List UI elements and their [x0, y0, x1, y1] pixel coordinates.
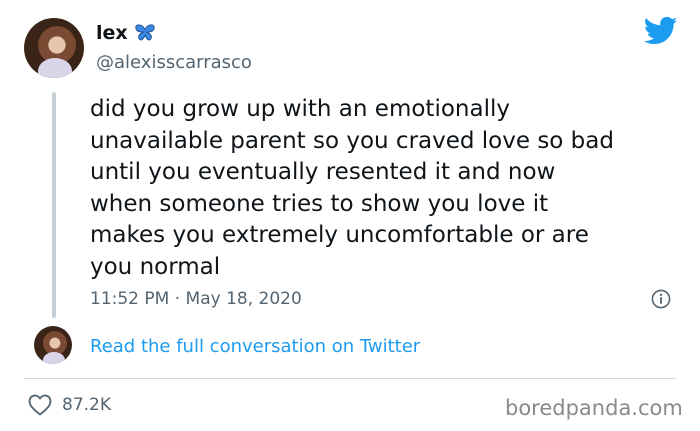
- author-handle[interactable]: @alexisscarrasco: [96, 52, 252, 73]
- boredpanda-watermark: boredpanda.com: [505, 396, 683, 420]
- author-avatar[interactable]: [24, 18, 84, 78]
- author-name-row[interactable]: lex: [96, 22, 156, 44]
- tweet-timestamp[interactable]: 11:52 PM · May 18, 2020: [90, 289, 302, 309]
- info-icon[interactable]: [651, 289, 671, 309]
- heart-icon[interactable]: [28, 394, 52, 416]
- like-action[interactable]: 87.2K: [28, 394, 111, 416]
- thread-line: [52, 92, 56, 318]
- like-count: 87.2K: [62, 395, 111, 415]
- tweet-text: did you grow up with an emotionally unav…: [90, 96, 614, 280]
- author-name[interactable]: lex: [96, 22, 128, 44]
- butterfly-icon: [135, 24, 155, 41]
- twitter-bird-icon[interactable]: [644, 16, 678, 46]
- reply-avatar[interactable]: [34, 326, 72, 364]
- divider: [24, 378, 676, 379]
- read-full-conversation-link[interactable]: Read the full conversation on Twitter: [90, 336, 420, 357]
